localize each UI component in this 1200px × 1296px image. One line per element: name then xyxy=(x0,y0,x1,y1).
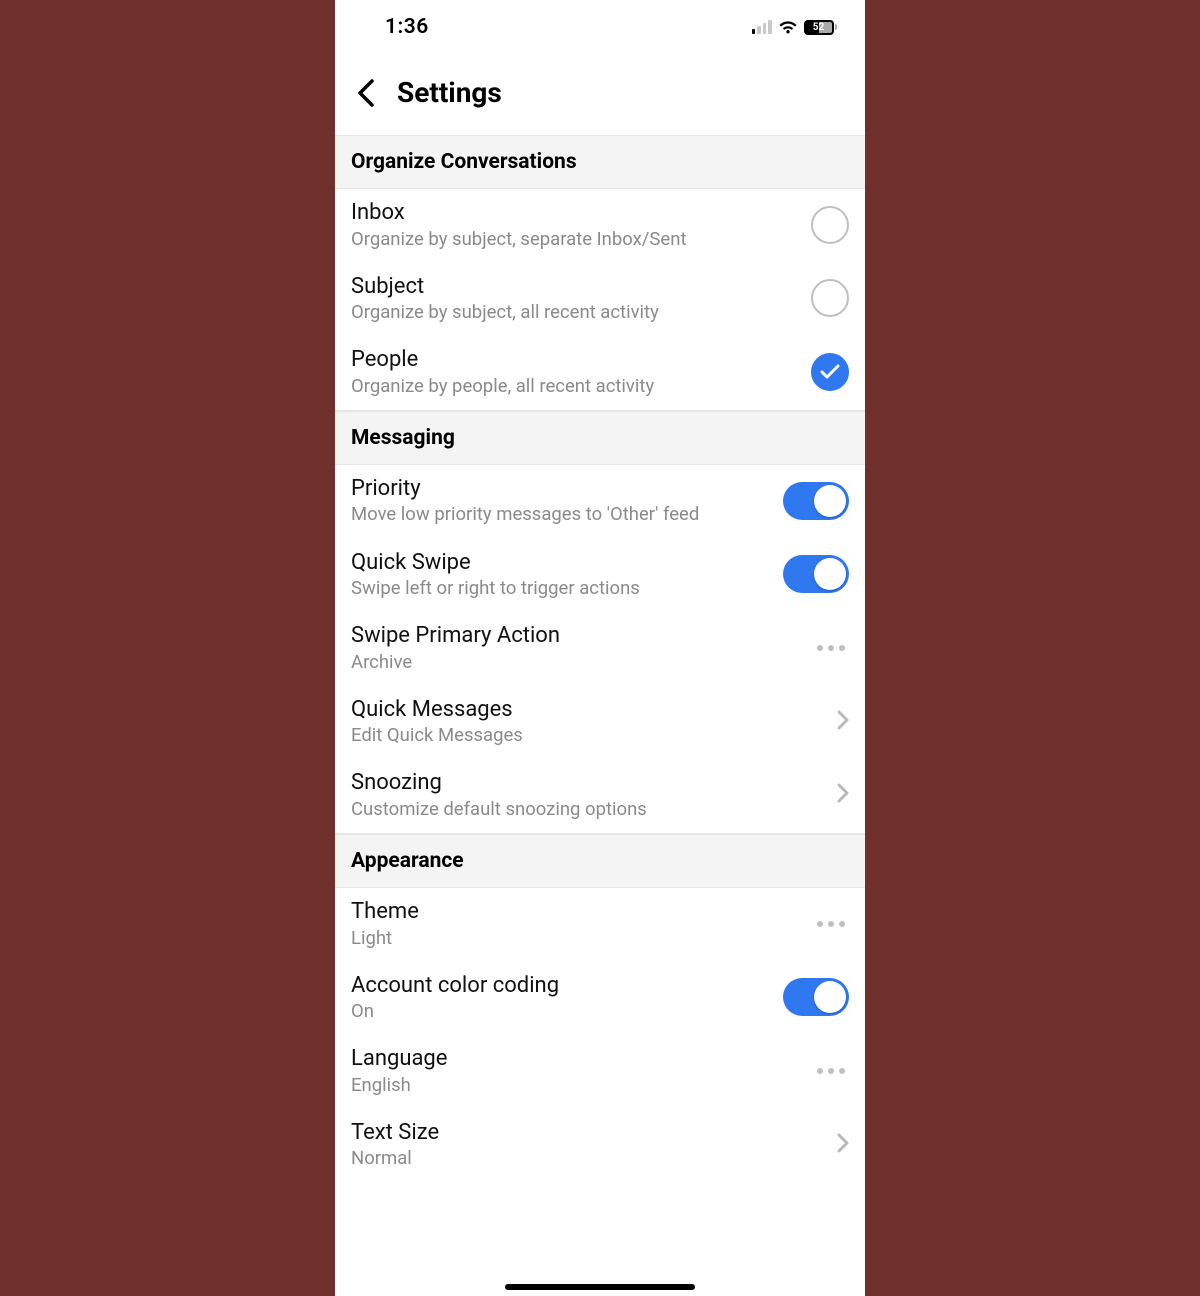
row-organize-people[interactable]: People Organize by people, all recent ac… xyxy=(335,336,865,410)
row-subtitle: Customize default snoozing options xyxy=(351,798,825,821)
status-indicators: 52 xyxy=(752,20,838,35)
radio-inbox[interactable] xyxy=(811,206,849,244)
row-subtitle: Organize by subject, all recent activity xyxy=(351,301,799,324)
wifi-icon xyxy=(778,20,798,35)
row-title: People xyxy=(351,346,799,374)
ellipsis-icon xyxy=(817,645,849,651)
check-icon xyxy=(820,364,840,380)
ellipsis-icon xyxy=(817,1068,849,1074)
row-swipe-primary-action[interactable]: Swipe Primary Action Archive xyxy=(335,612,865,686)
row-title: Snoozing xyxy=(351,769,825,797)
row-title: Text Size xyxy=(351,1119,825,1147)
row-title: Subject xyxy=(351,273,799,301)
toggle-color-coding[interactable] xyxy=(783,978,849,1016)
battery-percent: 52 xyxy=(813,22,824,33)
row-title: Theme xyxy=(351,898,805,926)
row-title: Priority xyxy=(351,475,771,503)
row-title: Account color coding xyxy=(351,972,771,1000)
chevron-right-icon xyxy=(837,783,849,807)
row-subtitle: Organize by people, all recent activity xyxy=(351,375,799,398)
row-theme[interactable]: Theme Light xyxy=(335,888,865,962)
row-title: Quick Swipe xyxy=(351,549,771,577)
row-organize-inbox[interactable]: Inbox Organize by subject, separate Inbo… xyxy=(335,189,865,263)
battery-icon: 52 xyxy=(804,20,838,35)
section-header-appearance: Appearance xyxy=(335,834,865,888)
row-subtitle: On xyxy=(351,1000,771,1023)
section-organize: Inbox Organize by subject, separate Inbo… xyxy=(335,189,865,411)
section-appearance: Theme Light Account color coding On Lang… xyxy=(335,888,865,1183)
row-title: Swipe Primary Action xyxy=(351,622,805,650)
chevron-right-icon xyxy=(837,710,849,734)
row-quick-swipe: Quick Swipe Swipe left or right to trigg… xyxy=(335,539,865,613)
toggle-quick-swipe[interactable] xyxy=(783,555,849,593)
row-subtitle: Edit Quick Messages xyxy=(351,724,825,747)
chevron-left-icon xyxy=(357,79,375,107)
row-subtitle: English xyxy=(351,1074,805,1097)
row-subtitle: Organize by subject, separate Inbox/Sent xyxy=(351,228,799,251)
row-title: Inbox xyxy=(351,199,799,227)
home-indicator xyxy=(505,1284,695,1290)
radio-subject[interactable] xyxy=(811,279,849,317)
row-account-color-coding: Account color coding On xyxy=(335,962,865,1036)
section-header-organize: Organize Conversations xyxy=(335,136,865,189)
radio-people[interactable] xyxy=(811,353,849,391)
ellipsis-icon xyxy=(817,921,849,927)
phone-frame: 1:36 52 Settings Organize Conversations xyxy=(335,0,865,1296)
chevron-right-icon xyxy=(837,1133,849,1157)
status-time: 1:36 xyxy=(385,15,429,39)
row-subtitle: Move low priority messages to 'Other' fe… xyxy=(351,503,771,526)
row-priority: Priority Move low priority messages to '… xyxy=(335,465,865,539)
row-quick-messages[interactable]: Quick Messages Edit Quick Messages xyxy=(335,686,865,760)
row-subtitle: Normal xyxy=(351,1147,825,1170)
row-language[interactable]: Language English xyxy=(335,1035,865,1109)
row-text-size[interactable]: Text Size Normal xyxy=(335,1109,865,1183)
row-subtitle: Light xyxy=(351,927,805,950)
row-subtitle: Archive xyxy=(351,651,805,674)
row-subtitle: Swipe left or right to trigger actions xyxy=(351,577,771,600)
row-title: Quick Messages xyxy=(351,696,825,724)
page-title: Settings xyxy=(397,76,502,109)
section-header-messaging: Messaging xyxy=(335,411,865,465)
section-messaging: Priority Move low priority messages to '… xyxy=(335,465,865,834)
cellular-signal-icon xyxy=(752,20,772,34)
row-title: Language xyxy=(351,1045,805,1073)
status-bar: 1:36 52 xyxy=(335,0,865,54)
toggle-priority[interactable] xyxy=(783,482,849,520)
nav-header: Settings xyxy=(335,54,865,136)
row-organize-subject[interactable]: Subject Organize by subject, all recent … xyxy=(335,263,865,337)
row-snoozing[interactable]: Snoozing Customize default snoozing opti… xyxy=(335,759,865,833)
back-button[interactable] xyxy=(353,78,379,108)
